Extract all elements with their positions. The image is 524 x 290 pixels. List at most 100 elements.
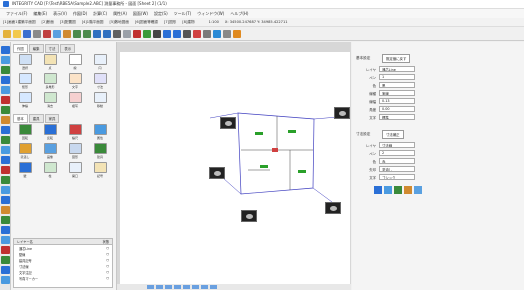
prop-value[interactable]: 寸法線 bbox=[379, 142, 415, 148]
palette-item[interactable]: 点 bbox=[38, 54, 62, 71]
help-icon[interactable] bbox=[233, 29, 241, 38]
file-tab[interactable]: [3]配置図 bbox=[60, 20, 76, 25]
scale-readout[interactable]: 1:100 bbox=[209, 20, 219, 24]
palette-tab[interactable]: 寸法 bbox=[44, 44, 60, 53]
status-icon[interactable] bbox=[183, 285, 190, 289]
palette-item[interactable]: 壁 bbox=[13, 162, 37, 179]
prop-value[interactable]: ゴシック bbox=[379, 174, 415, 180]
open-icon[interactable] bbox=[13, 29, 21, 38]
palette-item[interactable]: 属性 bbox=[88, 124, 112, 141]
prop-value[interactable]: 実線 bbox=[379, 90, 415, 96]
palette-item[interactable]: 柱 bbox=[38, 162, 62, 179]
undo-icon[interactable] bbox=[73, 29, 81, 38]
file-tab[interactable]: [7]図形 bbox=[164, 20, 176, 25]
prop-value[interactable]: 塗潰し bbox=[379, 166, 415, 172]
palette-item[interactable]: 記号 bbox=[88, 162, 112, 179]
palette-item[interactable]: 反転 bbox=[38, 124, 62, 141]
scale-tool-icon[interactable] bbox=[1, 186, 10, 194]
zoom-out-icon[interactable] bbox=[103, 29, 111, 38]
site-photo-thumbnail[interactable] bbox=[325, 202, 341, 214]
point-tool-icon[interactable] bbox=[1, 56, 10, 64]
floor-plan-drawing[interactable] bbox=[120, 52, 350, 286]
palette-item[interactable]: 円 bbox=[88, 54, 112, 71]
menu-draw[interactable]: 作図(D) bbox=[73, 11, 87, 17]
palette-item[interactable]: 開口 bbox=[63, 162, 87, 179]
print-tool-icon[interactable] bbox=[1, 226, 10, 234]
palette-item[interactable]: 文字 bbox=[63, 73, 87, 90]
status-icon[interactable] bbox=[210, 285, 217, 289]
menu-help[interactable]: ヘルプ(H) bbox=[230, 11, 248, 17]
line-icon[interactable] bbox=[163, 29, 171, 38]
menu-window[interactable]: ウィンドウ(W) bbox=[197, 11, 224, 17]
symbol-tool-icon[interactable] bbox=[1, 136, 10, 144]
prop-value[interactable]: 赤 bbox=[379, 158, 415, 164]
status-icon[interactable] bbox=[165, 285, 172, 289]
file-tab[interactable]: [4]1階平面図 bbox=[82, 20, 104, 25]
zoom-in-icon[interactable] bbox=[93, 29, 101, 38]
palette-item[interactable]: 多角形 bbox=[38, 73, 62, 90]
menu-edit[interactable]: 編集(E) bbox=[33, 11, 47, 17]
pan-icon[interactable] bbox=[113, 29, 121, 38]
menu-drawing[interactable]: 図面(W) bbox=[133, 11, 148, 17]
menu-calc[interactable]: 計算(C) bbox=[93, 11, 107, 17]
reset-button[interactable]: 既定値に戻す bbox=[382, 54, 411, 63]
site-photo-thumbnail[interactable] bbox=[209, 167, 225, 179]
site-photo-thumbnail[interactable] bbox=[334, 107, 350, 119]
apply-icon[interactable] bbox=[374, 186, 382, 194]
palette-subtab[interactable]: 建具 bbox=[28, 114, 44, 123]
mirror-tool-icon[interactable] bbox=[1, 176, 10, 184]
wall-tool-icon[interactable] bbox=[1, 246, 10, 254]
layer-icon[interactable] bbox=[143, 29, 151, 38]
list-item[interactable]: 写真マーカー ○ bbox=[14, 275, 112, 281]
layer-icon[interactable] bbox=[394, 186, 402, 194]
palette-subtab[interactable]: 基本 bbox=[13, 114, 28, 123]
palette-item[interactable]: 矩形 bbox=[13, 73, 37, 90]
erase-tool-icon[interactable] bbox=[1, 196, 10, 204]
palette-item[interactable]: 縮尺 bbox=[63, 124, 87, 141]
grid-icon[interactable] bbox=[123, 29, 131, 38]
rect-tool-icon[interactable] bbox=[1, 86, 10, 94]
palette-item[interactable]: 消去 bbox=[38, 92, 62, 109]
save-icon[interactable] bbox=[23, 29, 31, 38]
print-icon[interactable] bbox=[33, 29, 41, 38]
drawing-canvas-area[interactable] bbox=[117, 42, 351, 287]
hatch-icon[interactable] bbox=[203, 29, 211, 38]
copy-icon[interactable] bbox=[384, 186, 392, 194]
prop-value[interactable]: 1 bbox=[379, 74, 415, 80]
palette-item[interactable]: 画像 bbox=[38, 143, 62, 160]
text-icon[interactable] bbox=[183, 29, 191, 38]
cut-icon[interactable] bbox=[43, 29, 51, 38]
file-tab[interactable]: [6]図面等確認 bbox=[135, 20, 158, 25]
circle-tool-icon[interactable] bbox=[1, 76, 10, 84]
palette-item[interactable]: 移動 bbox=[88, 92, 112, 109]
door-tool-icon[interactable] bbox=[1, 256, 10, 264]
file-tab[interactable]: [2]断面 bbox=[42, 20, 54, 25]
file-tab[interactable]: [8]建物 bbox=[182, 20, 194, 25]
drawing-sheet[interactable] bbox=[120, 52, 350, 286]
new-icon[interactable] bbox=[3, 29, 11, 38]
palette-item[interactable]: 選択 bbox=[13, 54, 37, 71]
palette-item[interactable]: 複写 bbox=[63, 92, 87, 109]
menu-attr[interactable]: 属性(A) bbox=[113, 11, 127, 17]
status-icon[interactable] bbox=[147, 285, 154, 289]
status-icon[interactable] bbox=[174, 285, 181, 289]
palette-item[interactable]: 線 bbox=[63, 54, 87, 71]
measure-tool-icon[interactable] bbox=[1, 206, 10, 214]
palette-item[interactable]: 図形 bbox=[63, 143, 87, 160]
prop-value[interactable]: 標準 bbox=[379, 114, 415, 120]
palette-subtab[interactable]: 家具 bbox=[44, 114, 60, 123]
color-icon[interactable] bbox=[404, 186, 412, 194]
file-tab[interactable]: [1]画面1建築平面図 bbox=[3, 20, 36, 25]
photo-tool-icon[interactable] bbox=[1, 236, 10, 244]
palette-item[interactable]: 塗潰し bbox=[13, 143, 37, 160]
line-tool-icon[interactable] bbox=[1, 66, 10, 74]
redo-icon[interactable] bbox=[83, 29, 91, 38]
palette-tab[interactable]: 編集 bbox=[28, 44, 44, 53]
stair-tool-icon[interactable] bbox=[1, 276, 10, 284]
palette-tab[interactable]: 表示 bbox=[60, 44, 76, 53]
site-photo-thumbnail[interactable] bbox=[241, 210, 257, 222]
rotate-tool-icon[interactable] bbox=[1, 166, 10, 174]
site-photo-thumbnail[interactable] bbox=[220, 117, 236, 129]
prop-value[interactable]: 0.00 bbox=[379, 106, 415, 112]
copy-tool-icon[interactable] bbox=[1, 156, 10, 164]
